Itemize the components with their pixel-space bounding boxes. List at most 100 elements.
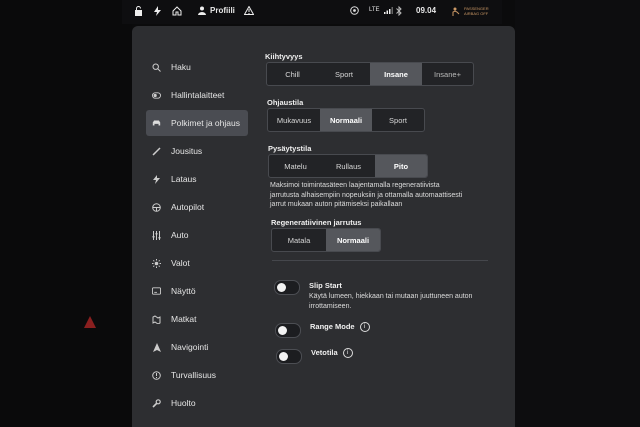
hazard-warning-icon <box>84 316 96 328</box>
display-icon <box>152 287 161 296</box>
settings-sidebar: Haku Hallintalaitteet Polkimet ja ohjaus… <box>132 54 252 418</box>
steering-option-sport[interactable]: Sport <box>372 109 424 131</box>
sidebar-item-navigation[interactable]: Navigointi <box>132 334 252 360</box>
steering-option-standard[interactable]: Normaali <box>320 109 372 131</box>
profile-button[interactable]: Profiili <box>198 6 235 15</box>
acceleration-option-chill[interactable]: Chill <box>267 63 318 85</box>
sidebar-item-label: Matkat <box>171 314 197 324</box>
light-icon <box>152 258 161 268</box>
settings-screen: Haku Hallintalaitteet Polkimet ja ohjaus… <box>132 26 515 427</box>
clock-time: 09.04 <box>416 6 437 15</box>
sidebar-item-controls[interactable]: Hallintalaitteet <box>132 82 252 108</box>
bluetooth-icon[interactable] <box>396 6 402 16</box>
slip-start-description-line: irrottamiseen. <box>309 302 352 310</box>
sidebar-item-suspension[interactable]: Jousitus <box>132 138 252 164</box>
passenger-line2: AIRBAG OFF <box>464 11 489 16</box>
range-mode-label: Range Mode <box>310 322 355 331</box>
acceleration-option-insane-plus[interactable]: Insane+ <box>422 63 473 85</box>
alert-icon[interactable] <box>244 6 254 15</box>
sidebar-item-lights[interactable]: Valot <box>132 250 252 276</box>
sidebar-item-charging[interactable]: Lataus <box>132 166 252 192</box>
slip-start-toggle[interactable] <box>274 280 300 295</box>
stopping-option-creep[interactable]: Matelu <box>269 155 322 177</box>
acceleration-segmented-control: Chill Sport Insane Insane+ <box>266 62 474 86</box>
safety-icon <box>152 370 161 380</box>
stopping-description-line: jarrut mukaan auton pitämiseksi paikalla… <box>270 201 403 208</box>
tow-mode-row: Vetotila i <box>311 348 353 359</box>
navigation-icon <box>152 342 161 352</box>
tow-mode-label: Vetotila <box>311 348 338 357</box>
sidebar-item-display[interactable]: Näyttö <box>132 278 252 304</box>
steering-mode-label: Ohjaustila <box>267 98 304 107</box>
home-icon[interactable] <box>172 6 182 16</box>
sidebar-item-label: Haku <box>171 62 191 72</box>
sidebar-item-pedals-steering[interactable]: Polkimet ja ohjaus <box>146 110 248 136</box>
sidebar-item-label: Hallintalaitteet <box>171 90 225 100</box>
range-mode-row: Range Mode i <box>310 322 370 333</box>
right-bezel <box>515 0 640 427</box>
sidebar-item-label: Navigointi <box>171 342 209 352</box>
sliders-icon <box>152 230 161 240</box>
status-bar: Profiili LTE 09.04 PASSENGER AIRBAG OFF <box>122 0 502 24</box>
camera-icon[interactable] <box>350 6 359 15</box>
tow-mode-toggle[interactable] <box>276 349 302 364</box>
profile-label: Profiili <box>210 6 235 15</box>
regen-option-low[interactable]: Matala <box>272 229 326 251</box>
steering-segmented-control: Mukavuus Normaali Sport <box>267 108 425 132</box>
sidebar-item-label: Autopilot <box>171 202 205 212</box>
bolt-icon <box>152 174 161 184</box>
left-bezel <box>0 0 132 427</box>
stopping-segmented-control: Matelu Rullaus Pito <box>268 154 428 178</box>
stopping-option-roll[interactable]: Rullaus <box>322 155 375 177</box>
sidebar-item-autopilot[interactable]: Autopilot <box>132 194 252 220</box>
airbag-icon <box>452 7 460 16</box>
sidebar-item-label: Jousitus <box>171 146 203 156</box>
toggle-icon <box>152 91 161 100</box>
search-icon <box>152 63 161 72</box>
regen-option-standard[interactable]: Normaali <box>326 229 380 251</box>
stopping-description-line: Maksimoi toimintasäteen laajentamalla re… <box>270 182 440 189</box>
acceleration-label: Kiihtyvyys <box>265 52 303 61</box>
sidebar-item-label: Valot <box>171 258 190 268</box>
section-divider <box>272 260 488 261</box>
steering-option-comfort[interactable]: Mukavuus <box>268 109 320 131</box>
regen-segmented-control: Matala Normaali <box>271 228 381 252</box>
sidebar-item-service[interactable]: Huolto <box>132 390 252 416</box>
toggle-knob <box>279 352 288 361</box>
slip-start-description-line: Käytä lumeen, hiekkaan tai mutaan juuttu… <box>309 293 473 300</box>
lock-icon[interactable] <box>134 6 143 16</box>
acceleration-option-sport[interactable]: Sport <box>318 63 370 85</box>
steering-wheel-icon <box>152 202 161 212</box>
sidebar-item-safety[interactable]: Turvallisuus <box>132 362 252 388</box>
sidebar-item-label: Lataus <box>171 174 197 184</box>
stopping-mode-label: Pysäytystila <box>268 144 312 153</box>
sidebar-item-label: Huolto <box>171 398 196 408</box>
sidebar-item-label: Turvallisuus <box>171 370 217 380</box>
info-icon[interactable]: i <box>359 322 370 333</box>
slip-start-description: Käytä lumeen, hiekkaan tai mutaan juuttu… <box>309 292 509 311</box>
passenger-airbag-indicator: PASSENGER AIRBAG OFF <box>452 6 489 16</box>
charging-bolt-icon[interactable] <box>154 6 161 16</box>
stopping-description: Maksimoi toimintasäteen laajentamalla re… <box>270 181 510 210</box>
sidebar-item-trips[interactable]: Matkat <box>132 306 252 332</box>
sidebar-item-vehicle[interactable]: Auto <box>132 222 252 248</box>
lte-indicator: LTE <box>369 6 394 14</box>
sidebar-item-label: Auto <box>171 230 189 240</box>
wrench-icon <box>152 398 161 408</box>
sidebar-item-label: Polkimet ja ohjaus <box>171 118 240 128</box>
lte-label: LTE <box>369 7 380 13</box>
acceleration-option-insane[interactable]: Insane <box>370 63 422 85</box>
sidebar-item-search[interactable]: Haku <box>132 54 252 80</box>
regen-braking-label: Regeneratiivinen jarrutus <box>271 218 362 227</box>
passenger-airbag-text: PASSENGER AIRBAG OFF <box>464 6 489 16</box>
signal-icon <box>383 7 393 14</box>
suspension-icon <box>152 146 161 156</box>
trips-icon <box>152 314 161 324</box>
car-icon <box>152 119 161 128</box>
range-mode-toggle[interactable] <box>275 323 301 338</box>
toggle-knob <box>277 283 286 292</box>
stopping-option-hold[interactable]: Pito <box>375 155 427 177</box>
info-icon[interactable]: i <box>342 348 353 359</box>
stopping-description-line: jarrutusta alhaisempiin nopeuksiin ja ot… <box>270 191 463 199</box>
person-icon <box>198 6 206 15</box>
